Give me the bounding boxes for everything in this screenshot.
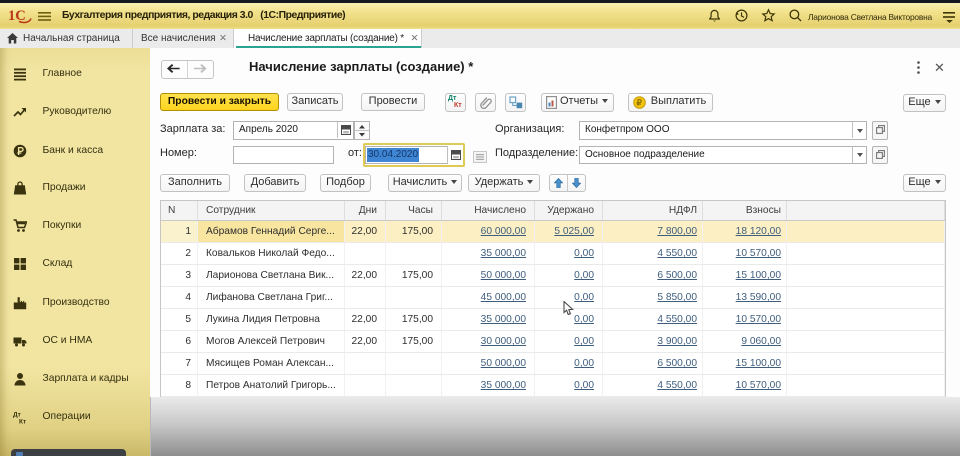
svg-text:Кт: Кт [19,419,26,425]
svg-text:₽: ₽ [637,98,643,108]
svg-text:1С: 1С [8,8,26,24]
svg-text:Дт: Дт [13,412,21,419]
